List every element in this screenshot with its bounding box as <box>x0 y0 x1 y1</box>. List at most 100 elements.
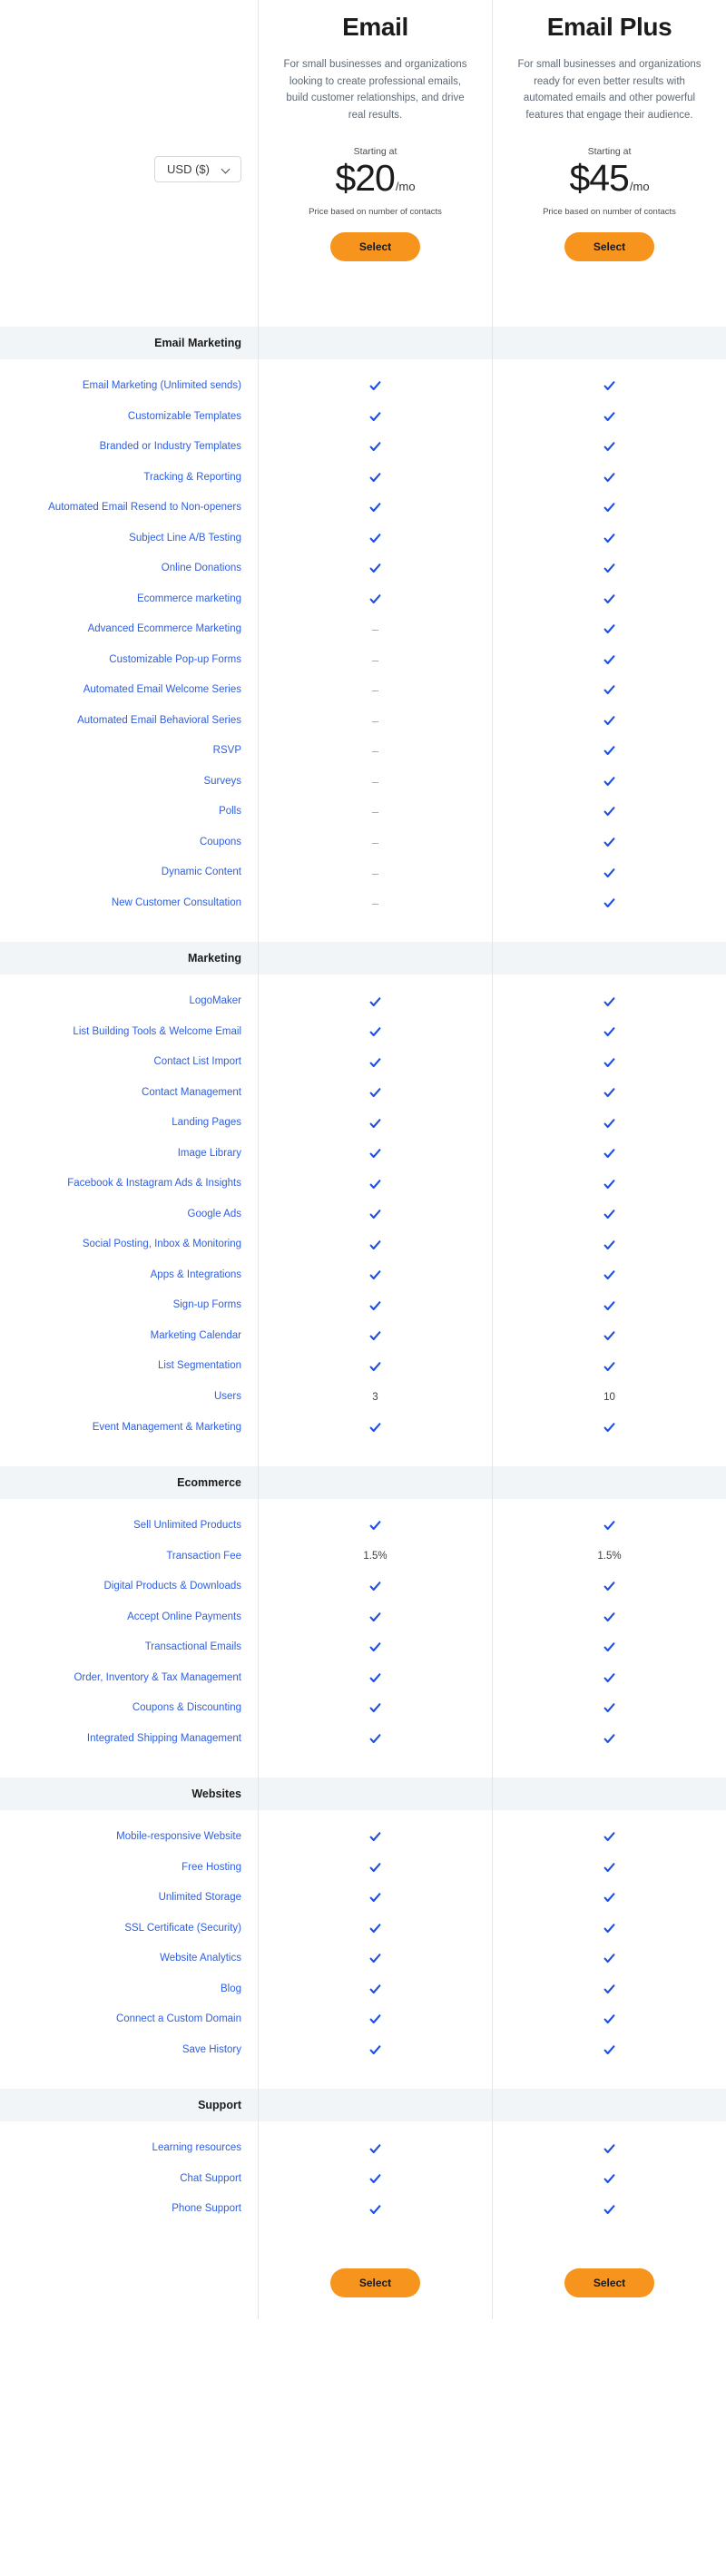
check-icon <box>369 502 381 514</box>
feature-label[interactable]: Contact Management <box>0 1078 258 1109</box>
feature-label[interactable]: Users <box>0 1382 258 1413</box>
feature-cell-email-plus <box>492 1199 726 1230</box>
feature-row: Transaction Fee 1.5% 1.5% <box>0 1541 726 1572</box>
feature-label[interactable]: Email Marketing (Unlimited sends) <box>0 371 258 402</box>
feature-label[interactable]: Image Library <box>0 1139 258 1170</box>
feature-label[interactable]: Apps & Integrations <box>0 1260 258 1291</box>
check-icon <box>369 593 381 605</box>
feature-value: 3 <box>372 1391 378 1403</box>
feature-cell-email <box>258 2034 492 2066</box>
feature-label[interactable]: Digital Products & Downloads <box>0 1572 258 1602</box>
feature-label[interactable]: Accept Online Payments <box>0 1602 258 1633</box>
feature-label[interactable]: List Building Tools & Welcome Email <box>0 1017 258 1048</box>
feature-label[interactable]: Advanced Ecommerce Marketing <box>0 614 258 645</box>
section-spacer-top <box>0 359 726 371</box>
footer-select-button-email-plus[interactable]: Select <box>564 2267 655 2297</box>
feature-label[interactable]: Transactional Emails <box>0 1632 258 1663</box>
feature-label[interactable]: Automated Email Resend to Non-openers <box>0 493 258 524</box>
feature-row: Blog <box>0 1974 726 2005</box>
feature-cell-email <box>258 583 492 615</box>
feature-label[interactable]: List Segmentation <box>0 1351 258 1382</box>
feature-label[interactable]: Phone Support <box>0 2194 258 2225</box>
feature-label[interactable]: Coupons & Discounting <box>0 1693 258 1724</box>
check-icon <box>603 533 615 544</box>
section-header-cell-email-plus <box>492 942 726 975</box>
feature-label[interactable]: Google Ads <box>0 1200 258 1230</box>
check-icon <box>369 1087 381 1099</box>
check-icon <box>603 745 615 757</box>
feature-row: Subject Line A/B Testing <box>0 523 726 554</box>
check-icon <box>369 1641 381 1653</box>
feature-label[interactable]: Ecommerce marketing <box>0 584 258 615</box>
not-included-dash-icon: – <box>371 683 379 698</box>
feature-label[interactable]: RSVP <box>0 736 258 767</box>
price-note-email: Price based on number of contacts <box>309 206 442 217</box>
feature-label[interactable]: Customizable Templates <box>0 402 258 433</box>
select-button-email-plus[interactable]: Select <box>564 231 655 262</box>
feature-label[interactable]: Order, Inventory & Tax Management <box>0 1663 258 1694</box>
check-icon <box>603 1361 615 1373</box>
check-icon <box>603 441 615 453</box>
feature-cell-email <box>258 2194 492 2225</box>
feature-label[interactable]: Dynamic Content <box>0 857 258 888</box>
feature-label[interactable]: SSL Certificate (Security) <box>0 1914 258 1944</box>
feature-label[interactable]: Integrated Shipping Management <box>0 1724 258 1755</box>
feature-cell-email-plus <box>492 1259 726 1291</box>
feature-row: List Building Tools & Welcome Email <box>0 1016 726 1048</box>
feature-label[interactable]: Blog <box>0 1974 258 2005</box>
feature-cell-email-plus <box>492 736 726 767</box>
section-spacer-bottom <box>0 1754 726 1778</box>
feature-label[interactable]: Save History <box>0 2035 258 2066</box>
select-button-email[interactable]: Select <box>329 231 421 262</box>
footer-cta-spacer <box>0 2248 258 2319</box>
feature-cell-email <box>258 371 492 402</box>
feature-label[interactable]: Automated Email Behavioral Series <box>0 706 258 737</box>
footer-cta-cell-email-plus: Select <box>492 2248 726 2319</box>
feature-label[interactable]: Social Posting, Inbox & Monitoring <box>0 1229 258 1260</box>
feature-cell-email-plus <box>492 2163 726 2195</box>
feature-row: Tracking & Reporting <box>0 462 726 494</box>
feature-label[interactable]: Marketing Calendar <box>0 1321 258 1352</box>
feature-label[interactable]: Landing Pages <box>0 1108 258 1139</box>
feature-label[interactable]: Subject Line A/B Testing <box>0 524 258 554</box>
feature-row: Order, Inventory & Tax Management <box>0 1662 726 1694</box>
feature-label[interactable]: Event Management & Marketing <box>0 1413 258 1444</box>
feature-cell-email-plus <box>492 1974 726 2005</box>
feature-cell-email-plus <box>492 1601 726 1633</box>
feature-label[interactable]: Unlimited Storage <box>0 1883 258 1914</box>
feature-label[interactable]: Connect a Custom Domain <box>0 2004 258 2035</box>
feature-label[interactable]: Sell Unlimited Products <box>0 1511 258 1542</box>
feature-label[interactable]: New Customer Consultation <box>0 888 258 919</box>
feature-cell-email-plus <box>492 1047 726 1078</box>
feature-label[interactable]: Customizable Pop-up Forms <box>0 645 258 676</box>
feature-label[interactable]: Coupons <box>0 828 258 858</box>
feature-label[interactable]: Automated Email Welcome Series <box>0 675 258 706</box>
feature-label[interactable]: Free Hosting <box>0 1853 258 1884</box>
footer-select-button-email[interactable]: Select <box>329 2267 421 2297</box>
feature-label[interactable]: LogoMaker <box>0 986 258 1017</box>
not-included-dash-icon: – <box>371 652 379 667</box>
feature-label[interactable]: Facebook & Instagram Ads & Insights <box>0 1169 258 1200</box>
feature-label[interactable]: Surveys <box>0 767 258 798</box>
feature-label[interactable]: Website Analytics <box>0 1944 258 1974</box>
feature-cell-email-plus <box>492 371 726 402</box>
feature-label[interactable]: Online Donations <box>0 553 258 584</box>
feature-label[interactable]: Tracking & Reporting <box>0 463 258 494</box>
feature-row: Online Donations <box>0 553 726 584</box>
feature-cell-email-plus <box>492 1693 726 1724</box>
starting-at-label-email: Starting at <box>353 145 397 157</box>
section-header-cell-email <box>258 1466 492 1500</box>
currency-select[interactable]: USD ($) <box>154 156 241 182</box>
section-spacer-top <box>0 975 726 987</box>
feature-label[interactable]: Chat Support <box>0 2164 258 2195</box>
feature-label[interactable]: Polls <box>0 797 258 828</box>
feature-label[interactable]: Learning resources <box>0 2133 258 2164</box>
check-icon <box>603 2013 615 2025</box>
feature-label[interactable]: Mobile-responsive Website <box>0 1822 258 1853</box>
check-icon <box>603 1239 615 1251</box>
feature-label[interactable]: Contact List Import <box>0 1047 258 1078</box>
footer-cta-cell-email: Select <box>258 2248 492 2319</box>
feature-label[interactable]: Transaction Fee <box>0 1542 258 1572</box>
feature-label[interactable]: Branded or Industry Templates <box>0 432 258 463</box>
feature-label[interactable]: Sign-up Forms <box>0 1290 258 1321</box>
